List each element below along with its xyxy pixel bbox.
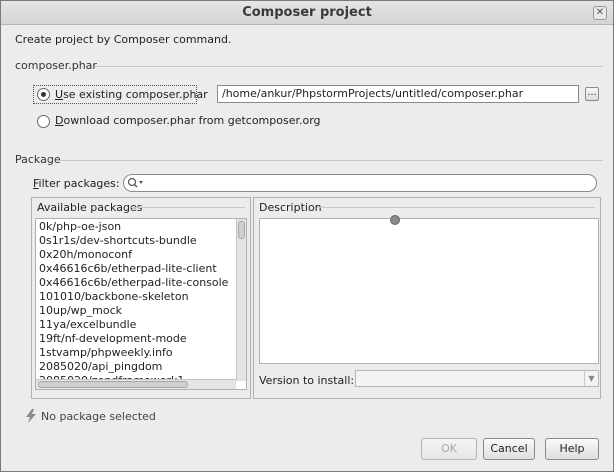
list-item[interactable]: 0x46616c6b/etherpad-lite-client: [36, 262, 234, 276]
cancel-button[interactable]: Cancel: [483, 438, 535, 460]
download-label[interactable]: Download composer.phar from getcomposer.…: [55, 114, 321, 127]
package-section-divider: [59, 160, 603, 161]
list-item[interactable]: 19ft/nf-development-mode: [36, 332, 234, 346]
available-packages-header: Available packages: [37, 201, 143, 214]
filter-packages-label: Filter packages:: [33, 177, 120, 190]
list-item[interactable]: 1stvamp/phpweekly.info: [36, 346, 234, 360]
intro-text: Create project by Composer command.: [15, 33, 232, 46]
list-item[interactable]: 101010/backbone-skeleton: [36, 290, 234, 304]
title-bar: Composer project ✕: [1, 1, 613, 25]
list-item[interactable]: 2085020/api_pingdom: [36, 360, 234, 374]
list-item[interactable]: 0s1r1s/dev-shortcuts-bundle: [36, 234, 234, 248]
chevron-down-icon: ▼: [584, 371, 598, 386]
list-item[interactable]: 11ya/excelbundle: [36, 318, 234, 332]
available-packages-divider: [131, 207, 245, 208]
list-item[interactable]: 0x20h/monoconf: [36, 248, 234, 262]
package-section-label: Package: [15, 153, 61, 166]
lightning-icon: [26, 409, 36, 423]
version-label: Version to install:: [259, 374, 355, 387]
composer-section-label: composer.phar: [15, 59, 97, 72]
version-select[interactable]: ▼: [355, 370, 599, 387]
composer-path-field[interactable]: /home/ankur/PhpstormProjects/untitled/co…: [217, 85, 579, 103]
search-icon: [127, 177, 143, 188]
description-divider: [317, 207, 595, 208]
ok-button[interactable]: OK: [421, 438, 477, 460]
vertical-scroll-thumb[interactable]: [238, 221, 245, 239]
list-item[interactable]: 0k/php-oe-json: [36, 220, 234, 234]
horizontal-scroll-thumb[interactable]: [38, 381, 188, 388]
use-existing-radio[interactable]: [37, 88, 50, 101]
description-header: Description: [259, 201, 322, 214]
browse-button[interactable]: ...: [585, 87, 599, 101]
download-radio[interactable]: [37, 115, 50, 128]
help-button[interactable]: Help: [545, 438, 599, 460]
list-item[interactable]: 10up/wp_mock: [36, 304, 234, 318]
status-text: No package selected: [41, 410, 156, 423]
packages-horizontal-scrollbar[interactable]: [36, 379, 236, 389]
close-icon[interactable]: ✕: [593, 6, 607, 20]
loading-icon: [390, 215, 400, 225]
packages-list-items: 0k/php-oe-json 0s1r1s/dev-shortcuts-bund…: [36, 220, 234, 388]
composer-project-dialog: Composer project ✕ Create project by Com…: [0, 0, 614, 472]
use-existing-label[interactable]: Use existing composer.phar: [55, 88, 208, 101]
list-item[interactable]: 0x46616c6b/etherpad-lite-console: [36, 276, 234, 290]
filter-packages-input[interactable]: [123, 174, 597, 192]
packages-list[interactable]: 0k/php-oe-json 0s1r1s/dev-shortcuts-bund…: [35, 218, 247, 390]
dialog-title: Composer project: [242, 5, 372, 20]
composer-section-divider: [95, 66, 603, 67]
description-area: [259, 218, 599, 364]
packages-vertical-scrollbar[interactable]: [236, 219, 246, 381]
